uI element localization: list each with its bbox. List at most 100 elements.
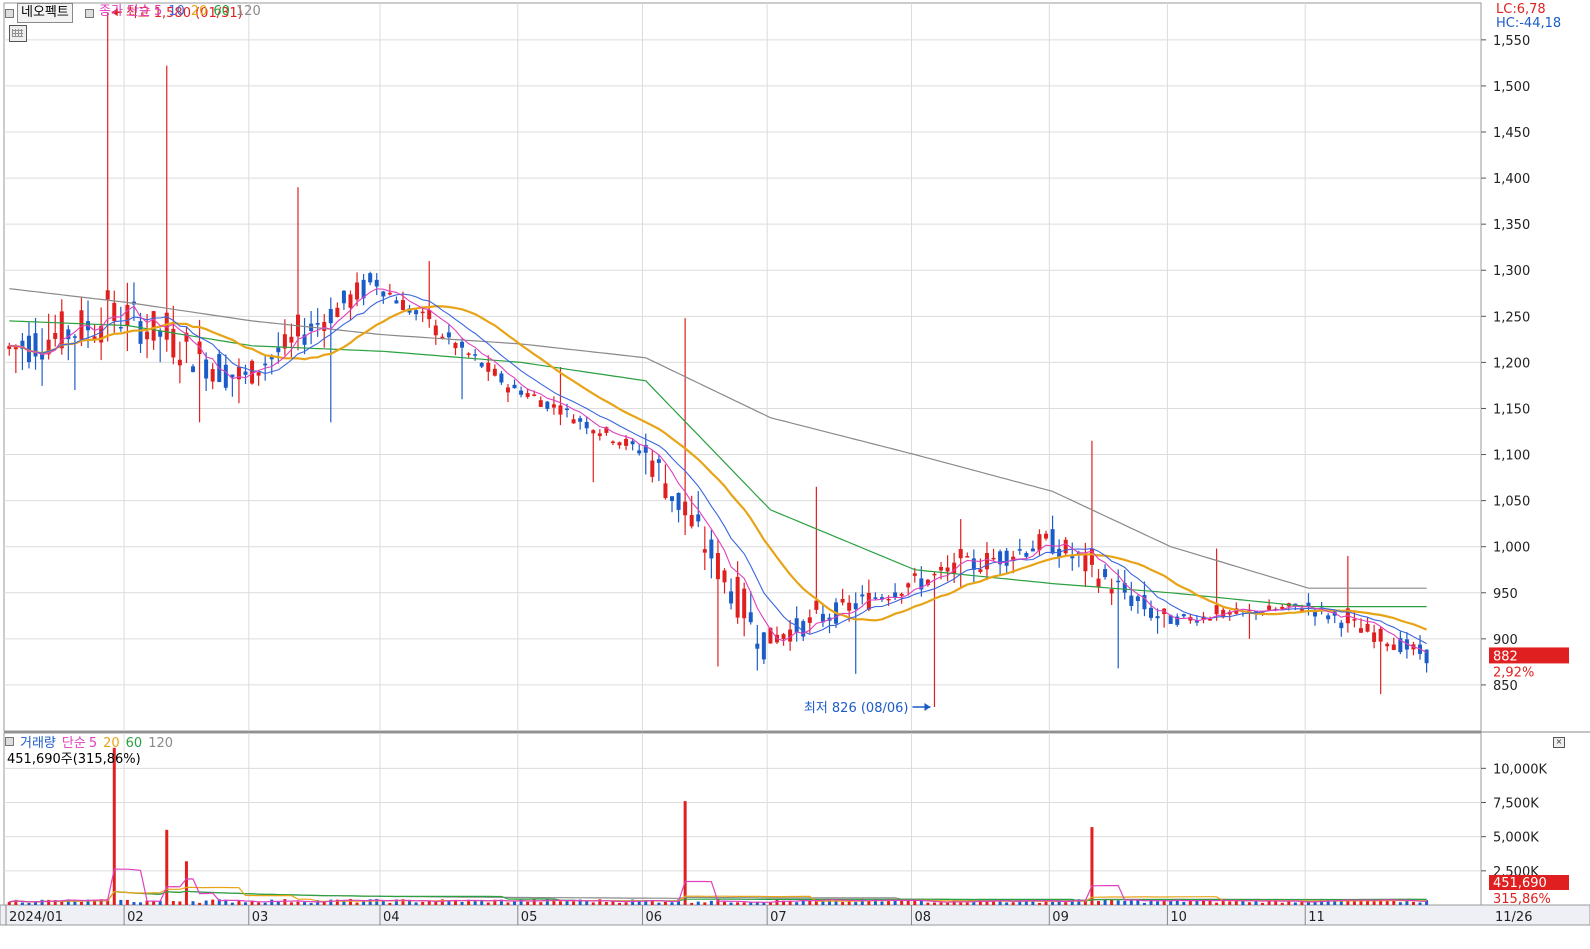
candle-body [558, 405, 563, 415]
candle-body [1109, 589, 1114, 594]
volume-bar [965, 902, 969, 905]
x-tick-label: 11/26 [1495, 910, 1532, 925]
candle-body [899, 593, 904, 596]
volume-bar [841, 901, 845, 905]
volume-bar [381, 901, 385, 905]
candle-body [335, 307, 340, 318]
legend-ma5: 5 [153, 4, 163, 19]
volume-bar [165, 829, 169, 905]
volume-bar [198, 902, 202, 905]
candle-body [1378, 628, 1383, 642]
stock-name-button[interactable]: 네오펙트 [17, 3, 73, 23]
volume-bar [486, 902, 490, 905]
volume-bar [932, 902, 936, 905]
candle-body [1050, 529, 1055, 554]
candle-body [414, 310, 419, 315]
volume-bar [939, 902, 943, 905]
x-tick-label: 06 [645, 910, 662, 925]
volume-bar [60, 901, 64, 905]
candle-body [742, 588, 747, 619]
candle-body [624, 438, 629, 446]
volume-legend-square-icon[interactable] [5, 737, 14, 746]
x-tick-label: 2024/01 [9, 910, 63, 925]
volume-bar [388, 902, 392, 905]
x-tick-label: 03 [252, 910, 269, 925]
price-tick-label: 1,150 [1493, 402, 1530, 417]
volume-bar [604, 901, 608, 905]
candle-body [525, 393, 530, 397]
candle-body [191, 366, 196, 372]
volume-bar [624, 902, 628, 905]
candle-body [965, 556, 970, 558]
volume-bar [257, 902, 261, 905]
candle-body [755, 643, 760, 649]
candle-body [873, 597, 878, 599]
price-tick-label: 900 [1493, 633, 1518, 648]
volume-bar [414, 902, 418, 905]
candle-body [256, 372, 261, 376]
volume-bar [1156, 901, 1160, 905]
candle-body [670, 496, 675, 501]
stock-chart[interactable]: 1,550 1,500 1,450 1,400 1,350 1,300 1,250 1,200… [0, 0, 1590, 946]
volume-bar [670, 902, 674, 905]
price-legend: 종가 단순 5 10 20 60 120 [99, 4, 267, 20]
volume-bar [709, 900, 713, 905]
volume-bar [276, 901, 280, 905]
legend-square-icon[interactable] [85, 9, 94, 18]
candle-body [571, 419, 576, 424]
volume-bar [893, 900, 897, 905]
volume-legend-ma60: 60 [125, 736, 143, 751]
candle-body [735, 576, 740, 618]
volume-bar [946, 902, 950, 905]
volume-bar [972, 902, 976, 905]
candle-body [1299, 609, 1304, 611]
volume-bar [421, 901, 425, 905]
volume-bar [7, 901, 11, 905]
candle-body [263, 363, 268, 366]
candle-body [610, 441, 615, 444]
candle-body [223, 364, 228, 388]
candle-body [1103, 569, 1108, 578]
candle-body [945, 567, 950, 572]
candle-body [906, 583, 911, 588]
volume-legend-method: 단순 [61, 736, 86, 751]
volume-bar [729, 902, 733, 905]
candle-body [204, 359, 209, 379]
candle-body [781, 634, 786, 640]
volume-bar [211, 899, 215, 905]
volume-bar [40, 899, 44, 905]
volume-bar [1129, 900, 1133, 905]
candle-body [709, 539, 714, 559]
toolbar-square-icon[interactable] [5, 9, 14, 18]
candle-body [1385, 643, 1390, 647]
volume-bar [263, 902, 267, 905]
volume-bar [1182, 901, 1186, 905]
candle-body [499, 373, 504, 383]
volume-bar [618, 902, 622, 905]
volume-tick-label: 5,000K [1493, 831, 1539, 846]
chart-stage: 1,550 1,500 1,450 1,400 1,350 1,300 1,250 1,200… [0, 0, 1590, 946]
volume-bar [1261, 902, 1265, 905]
volume-bar [1293, 902, 1297, 905]
close-icon[interactable]: × [1553, 737, 1565, 748]
price-tick-label: 1,200 [1493, 356, 1530, 371]
legend-ma60: 60 [213, 4, 230, 19]
volume-bar [696, 901, 700, 905]
grid-settings-icon[interactable] [9, 25, 27, 42]
volume-bar [572, 901, 576, 905]
candle-body [138, 321, 143, 344]
legend-ma120: 120 [235, 4, 261, 19]
candle-body [492, 368, 497, 376]
candle-body [210, 369, 215, 382]
volume-bar [867, 901, 871, 905]
candle-body [151, 311, 156, 341]
candle-body [1267, 605, 1272, 610]
candle-body [551, 404, 556, 408]
volume-bar [657, 902, 661, 905]
x-axis-band [0, 904, 1590, 926]
volume-bar [125, 899, 129, 905]
candle-body [1096, 578, 1101, 588]
current-change-label: 2,92% [1493, 665, 1534, 680]
candle-body [1181, 614, 1186, 617]
candle-body [1155, 616, 1160, 619]
